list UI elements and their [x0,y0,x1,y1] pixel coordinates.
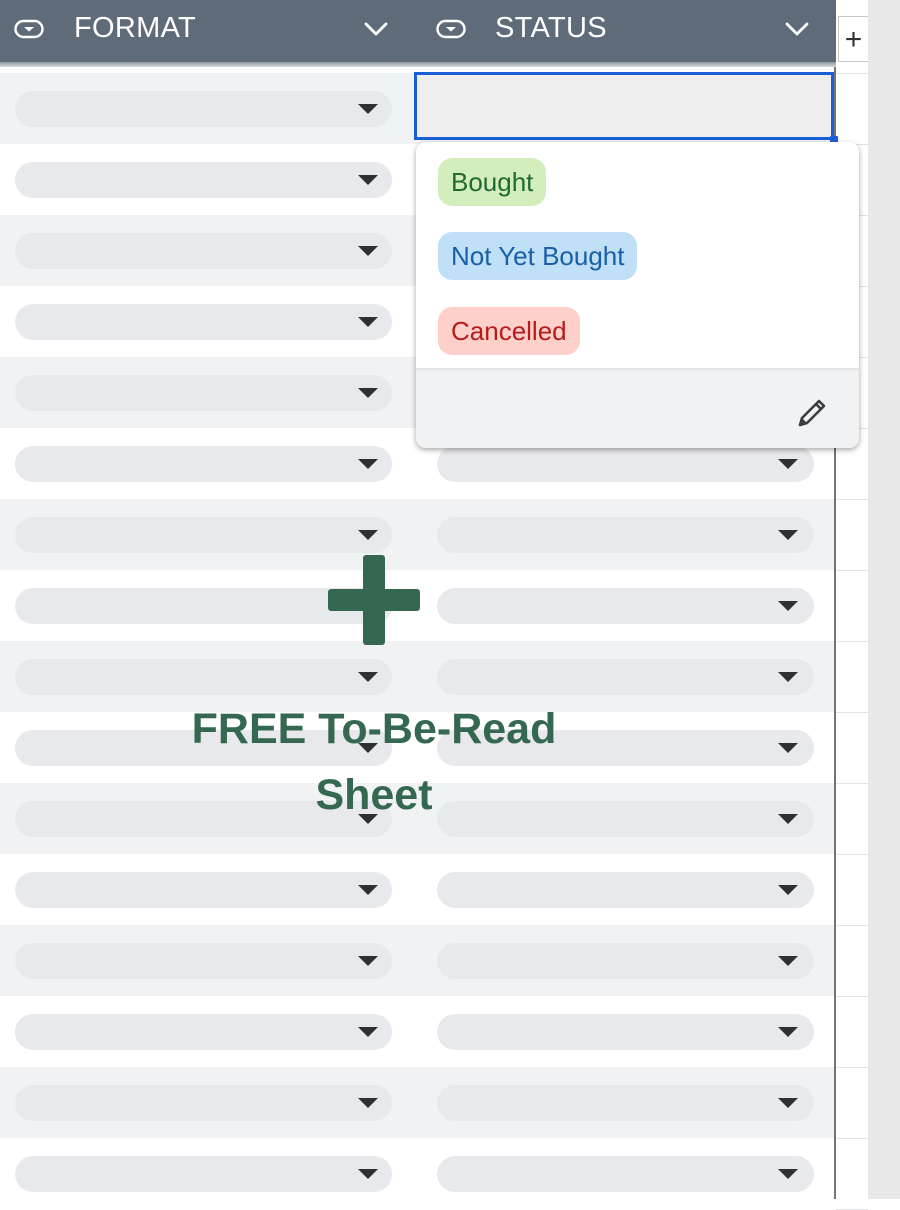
table-row [0,854,834,925]
grid-line [836,73,868,74]
format-dropdown-chip[interactable] [15,943,392,979]
dropdown-arrow-icon[interactable] [778,885,798,895]
column-header-label: FORMAT [74,12,197,44]
table-header: FORMAT STATUS [0,0,836,62]
format-dropdown-chip[interactable] [15,1014,392,1050]
scrollbar-gutter[interactable] [868,0,900,1199]
grid-line [836,925,868,926]
promo-title-line: FREE To-Be-Read [191,705,557,753]
dropdown-arrow-icon[interactable] [358,175,378,185]
status-dropdown-chip[interactable] [437,588,814,624]
dropdown-arrow-icon[interactable] [358,885,378,895]
status-dropdown-chip[interactable] [437,659,814,695]
format-dropdown-chip[interactable] [15,162,392,198]
grid-line [836,783,868,784]
status-dropdown-chip[interactable] [437,517,814,553]
plus-icon [328,555,420,645]
status-dropdown-chip[interactable] [437,943,814,979]
status-dropdown-chip[interactable] [437,1156,814,1192]
format-dropdown-chip[interactable] [15,375,392,411]
dropdown-arrow-icon[interactable] [778,1169,798,1179]
grid-line [836,712,868,713]
option-cancelled[interactable]: Cancelled [438,307,580,355]
format-dropdown-chip[interactable] [15,1085,392,1121]
format-dropdown-chip[interactable] [15,446,392,482]
column-header-label: STATUS [495,12,607,44]
edit-pencil-icon[interactable] [794,395,830,431]
add-column-button[interactable]: + [838,16,868,62]
dropdown-arrow-icon[interactable] [358,1098,378,1108]
dropdown-arrow-icon[interactable] [358,956,378,966]
promo-title: FREE To-Be-Read Sheet [150,696,598,828]
status-dropdown-chip[interactable] [437,446,814,482]
header-shadow [0,62,836,67]
dropdown-arrow-icon[interactable] [358,246,378,256]
selected-status-cell[interactable] [414,72,834,140]
dropdown-footer [416,368,859,448]
dropdown-arrow-icon[interactable] [358,104,378,114]
grid-line [836,854,868,855]
option-bought[interactable]: Bought [438,158,547,206]
dropdown-arrow-icon[interactable] [778,530,798,540]
dropdown-arrow-icon[interactable] [358,459,378,469]
chevron-down-icon[interactable] [363,19,389,39]
chevron-down-icon[interactable] [784,19,810,39]
grid-line [836,1138,868,1139]
status-dropdown-chip[interactable] [437,872,814,908]
grid-line [836,996,868,997]
dropdown-arrow-icon[interactable] [358,530,378,540]
dropdown-arrow-icon[interactable] [358,388,378,398]
format-dropdown-chip[interactable] [15,233,392,269]
column-header-status[interactable]: STATUS [414,0,836,62]
promo-title-line: Sheet [315,771,433,819]
dropdown-arrow-icon[interactable] [778,672,798,682]
format-dropdown-chip[interactable] [15,1156,392,1192]
grid-line [836,1067,868,1068]
format-dropdown-chip[interactable] [15,517,392,553]
dropdown-arrow-icon[interactable] [358,1169,378,1179]
status-dropdown-chip[interactable] [437,1014,814,1050]
table-row [0,1067,834,1138]
dropdown-chip-icon [14,19,44,39]
dropdown-arrow-icon[interactable] [358,317,378,327]
format-dropdown-chip[interactable] [15,91,392,127]
dropdown-arrow-icon[interactable] [358,672,378,682]
table-row [0,996,834,1067]
dropdown-arrow-icon[interactable] [778,1098,798,1108]
dropdown-arrow-icon[interactable] [358,1027,378,1037]
grid-line [836,570,868,571]
spreadsheet: FORMAT STATUS + Bought Not Yet Bought Ca… [0,0,900,1210]
dropdown-arrow-icon[interactable] [778,601,798,611]
grid-line [836,641,868,642]
column-header-format[interactable]: FORMAT [0,0,414,62]
dropdown-chip-icon [436,19,466,39]
dropdown-arrow-icon[interactable] [778,956,798,966]
option-not-yet-bought[interactable]: Not Yet Bought [438,232,638,280]
status-dropdown-menu: Bought Not Yet Bought Cancelled [416,142,859,448]
format-dropdown-chip[interactable] [15,872,392,908]
dropdown-arrow-icon[interactable] [778,814,798,824]
dropdown-arrow-icon[interactable] [778,743,798,753]
dropdown-arrow-icon[interactable] [778,1027,798,1037]
status-dropdown-chip[interactable] [437,1085,814,1121]
table-row [0,925,834,996]
table-row [0,1138,834,1209]
dropdown-arrow-icon[interactable] [778,459,798,469]
grid-line [836,499,868,500]
format-dropdown-chip[interactable] [15,304,392,340]
format-dropdown-chip[interactable] [15,659,392,695]
